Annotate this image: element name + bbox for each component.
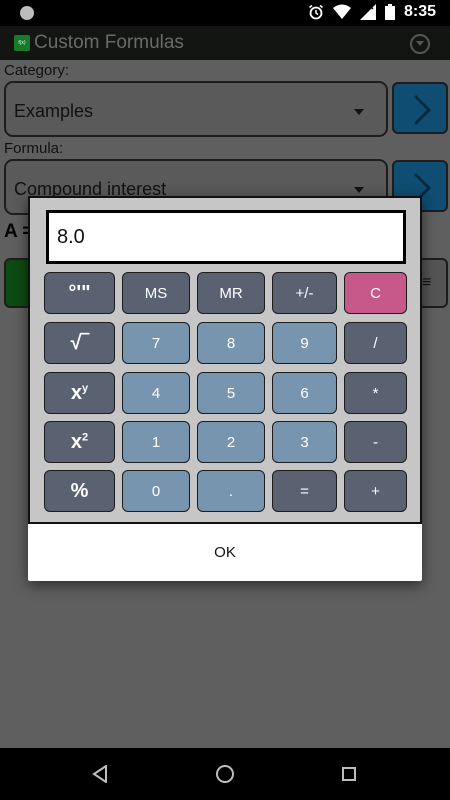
alarm-icon xyxy=(308,4,323,20)
clear-label: C xyxy=(370,284,381,302)
square-exponent: 2 xyxy=(82,430,89,443)
memory-recall-key[interactable]: MR xyxy=(197,272,265,314)
app-logo-icon: f(x) xyxy=(14,35,30,51)
square-label: x2 xyxy=(71,431,88,454)
category-value: Examples xyxy=(14,101,94,121)
dialog-actions: OK xyxy=(28,524,422,581)
status-bar: 8:35 xyxy=(0,0,450,26)
ok-button[interactable]: OK xyxy=(28,524,422,581)
formula-label: Formula: xyxy=(4,140,64,157)
power-base: x xyxy=(70,381,82,404)
decimal-key[interactable]: . xyxy=(197,470,265,512)
digit-8-key[interactable]: 8 xyxy=(197,322,265,364)
calculator-dialog: 8.0 °'" MS MR +/- C √‾ 7 8 9 / xy 4 5 6 … xyxy=(28,196,422,581)
divide-label: / xyxy=(373,334,378,352)
power-exponent: y xyxy=(82,381,89,394)
overflow-menu-button[interactable] xyxy=(410,34,430,54)
digit-6-key[interactable]: 6 xyxy=(272,372,337,414)
navigation-bar xyxy=(0,748,450,800)
chevron-right-icon xyxy=(413,94,432,126)
app-title: Custom Formulas xyxy=(34,32,184,53)
square-root-label: √‾ xyxy=(70,331,89,354)
deg-min-sec-key[interactable]: °'" xyxy=(44,272,115,314)
divide-key[interactable]: / xyxy=(344,322,407,364)
plus-label: + xyxy=(371,482,380,500)
dropdown-caret-icon xyxy=(354,109,364,115)
digit-4-key[interactable]: 4 xyxy=(122,372,190,414)
digit-9-label: 9 xyxy=(300,334,309,352)
digit-3-label: 3 xyxy=(300,433,309,451)
battery-icon xyxy=(384,4,395,20)
digit-6-label: 6 xyxy=(300,384,309,402)
square-root-key[interactable]: √‾ xyxy=(44,322,115,364)
digit-9-key[interactable]: 9 xyxy=(272,322,337,364)
calculator-panel: 8.0 °'" MS MR +/- C √‾ 7 8 9 / xy 4 5 6 … xyxy=(28,196,422,524)
dropdown-caret-icon xyxy=(354,187,364,193)
digit-7-label: 7 xyxy=(151,334,161,352)
digit-5-key[interactable]: 5 xyxy=(197,372,265,414)
digit-7-key[interactable]: 7 xyxy=(122,322,190,364)
power-key[interactable]: xy xyxy=(44,372,115,414)
digit-4-label: 4 xyxy=(151,384,161,402)
plus-key[interactable]: + xyxy=(344,470,407,512)
memory-store-label: MS xyxy=(144,284,168,302)
app-bar: f(x) Custom Formulas xyxy=(0,26,450,60)
percent-label: % xyxy=(70,479,89,502)
clear-key[interactable]: C xyxy=(344,272,407,314)
digit-0-key[interactable]: 0 xyxy=(122,470,190,512)
category-next-button[interactable] xyxy=(392,82,448,134)
digit-2-key[interactable]: 2 xyxy=(197,421,265,463)
home-icon[interactable] xyxy=(216,765,234,783)
recent-apps-icon[interactable] xyxy=(342,767,356,781)
multiply-key[interactable]: * xyxy=(344,372,407,414)
square-base: x xyxy=(70,430,82,453)
calculator-display: 8.0 xyxy=(46,210,406,264)
signal-icon xyxy=(359,4,376,20)
equals-key[interactable]: = xyxy=(272,470,337,512)
decimal-label: . xyxy=(228,482,234,500)
status-icons: 8:35 xyxy=(308,3,436,21)
category-label: Category: xyxy=(4,62,70,79)
digit-5-label: 5 xyxy=(226,384,236,402)
power-label: xy xyxy=(71,382,88,405)
ok-label: OK xyxy=(214,544,236,561)
memory-store-key[interactable]: MS xyxy=(122,272,190,314)
square-key[interactable]: x2 xyxy=(44,421,115,463)
digit-1-label: 1 xyxy=(151,433,161,451)
multiply-label: * xyxy=(372,384,379,402)
negate-label: +/- xyxy=(295,284,314,302)
wifi-icon xyxy=(332,4,351,19)
notification-dot-icon xyxy=(20,6,34,20)
memory-recall-label: MR xyxy=(219,284,243,302)
menu-button[interactable]: ≡ xyxy=(418,258,448,308)
menu-icon: ≡ xyxy=(422,274,432,291)
category-dropdown[interactable]: Examples xyxy=(4,81,388,137)
back-icon[interactable] xyxy=(92,765,108,783)
percent-key[interactable]: % xyxy=(44,470,115,512)
deg-min-sec-label: °'" xyxy=(68,281,91,304)
digit-8-label: 8 xyxy=(226,334,236,352)
minus-label: - xyxy=(373,433,378,451)
minus-key[interactable]: - xyxy=(344,421,407,463)
digit-2-label: 2 xyxy=(226,433,236,451)
equals-label: = xyxy=(300,482,309,500)
digit-3-key[interactable]: 3 xyxy=(272,421,337,463)
digit-1-key[interactable]: 1 xyxy=(122,421,190,463)
display-value: 8.0 xyxy=(57,226,85,248)
clock-time: 8:35 xyxy=(403,3,436,20)
digit-0-label: 0 xyxy=(151,482,161,500)
negate-key[interactable]: +/- xyxy=(272,272,337,314)
